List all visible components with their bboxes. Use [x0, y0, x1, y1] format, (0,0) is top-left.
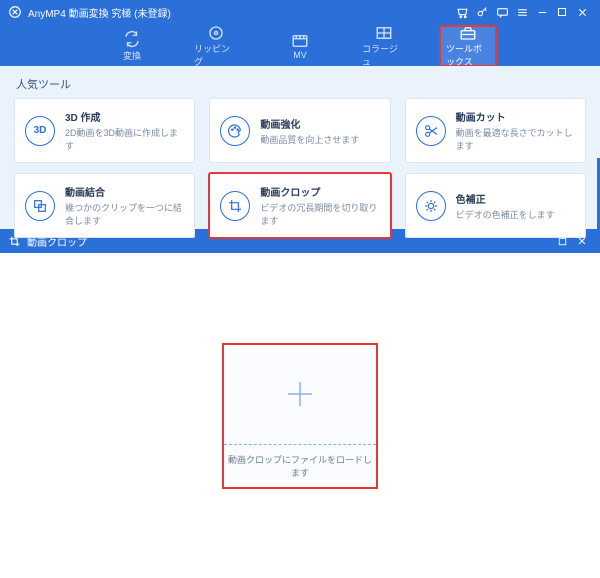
card-desc: 2D動画を3D動画に作成します: [65, 126, 184, 152]
card-desc: ビデオの冗長期間を切り取ります: [260, 201, 379, 227]
card-desc: 動画を最適な長さでカットします: [456, 126, 575, 152]
collage-icon: [375, 25, 393, 41]
minimize-icon[interactable]: [532, 3, 552, 21]
convert-icon: [123, 31, 141, 48]
card-merge[interactable]: 動画結合幾つかのクリップを一つに結合します: [14, 173, 195, 238]
nav-label: リッピング: [194, 42, 238, 68]
key-icon[interactable]: [472, 3, 492, 21]
card-title: 動画結合: [65, 184, 184, 199]
titlebar: AnyMP4 動画変換 究極 (未登録): [0, 0, 600, 24]
nav-label: 変換: [123, 49, 141, 62]
nav-mv[interactable]: MV: [272, 26, 328, 66]
section-title: 人気ツール: [14, 72, 586, 98]
tools-section: 人気ツール 3D 3D 作成 2D動画を3D動画に作成します 動画強化動画品質を向…: [0, 66, 600, 229]
ripping-icon: [207, 24, 225, 41]
nav-ripping[interactable]: リッピング: [188, 26, 244, 66]
card-desc: 幾つかのクリップを一つに結合します: [65, 201, 184, 227]
card-desc: ビデオの色補正をします: [456, 208, 555, 221]
nav-label: MV: [293, 50, 307, 60]
crop-panel-body: 動画クロップにファイルをロードします: [0, 253, 600, 578]
card-cut[interactable]: 動画カット動画を最適な長さでカットします: [405, 98, 586, 163]
crop-icon: [220, 191, 250, 221]
merge-icon: [25, 191, 55, 221]
card-enhance[interactable]: 動画強化動画品質を向上させます: [209, 98, 390, 163]
card-title: 動画クロップ: [260, 184, 379, 199]
maximize-icon[interactable]: [552, 3, 572, 21]
main-navbar: 変換 リッピング MV コラージュ ツールボックス: [0, 24, 600, 66]
card-crop[interactable]: 動画クロップビデオの冗長期間を切り取ります: [209, 173, 390, 238]
card-title: 動画カット: [456, 109, 575, 124]
nav-convert[interactable]: 変換: [104, 26, 160, 66]
nav-label: コラージュ: [362, 42, 406, 68]
card-color[interactable]: 色補正ビデオの色補正をします: [405, 173, 586, 238]
message-icon[interactable]: [492, 3, 512, 21]
palette-icon: [220, 116, 250, 146]
file-dropzone[interactable]: 動画クロップにファイルをロードします: [222, 343, 378, 489]
card-title: 3D 作成: [65, 109, 184, 124]
scissors-icon: [416, 116, 446, 146]
app-logo-icon: [8, 5, 22, 19]
color-icon: [416, 191, 446, 221]
dropzone-text: 動画クロップにファイルをロードします: [224, 445, 376, 487]
3d-icon: 3D: [25, 116, 55, 146]
toolbox-icon: [459, 25, 477, 41]
cart-icon[interactable]: [452, 3, 472, 21]
card-title: 色補正: [456, 191, 555, 206]
nav-collage[interactable]: コラージュ: [356, 26, 412, 66]
card-3d-create[interactable]: 3D 3D 作成 2D動画を3D動画に作成します: [14, 98, 195, 163]
menu-icon[interactable]: [512, 3, 532, 21]
card-title: 動画強化: [260, 116, 359, 131]
card-desc: 動画品質を向上させます: [260, 133, 359, 146]
app-title: AnyMP4 動画変換 究極 (未登録): [28, 5, 171, 20]
cards-grid: 3D 3D 作成2D動画を3D動画に作成します 動画強化動画品質を向上させます …: [14, 98, 586, 238]
close-icon[interactable]: [572, 3, 592, 21]
nav-toolbox[interactable]: ツールボックス: [440, 26, 496, 66]
plus-icon: [282, 376, 318, 412]
mv-icon: [291, 32, 309, 49]
dropzone-plus-area: [224, 345, 376, 445]
nav-label: ツールボックス: [446, 42, 490, 68]
